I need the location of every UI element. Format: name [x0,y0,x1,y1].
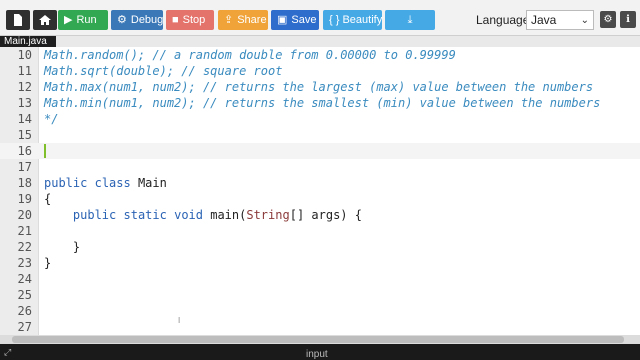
io-panel-bar: ⤢ input [0,344,640,360]
code-text: } [44,240,81,254]
home-icon[interactable] [33,10,57,30]
code-text: } [44,256,52,270]
line-number: 20 [17,208,32,222]
beautify-label: { } Beautify [329,14,383,26]
line-number: 23 [17,256,32,270]
tab-label: Main.java [4,36,47,47]
code-line: 18 public class Main [0,175,640,191]
line-number: 16 [17,144,32,158]
code-line: 23} [0,255,640,271]
code-line: 24 [0,271,640,287]
line-number: 11 [17,64,32,78]
file-tab-bar: Main.java [0,36,640,47]
line-number: 10 [17,48,32,62]
code-line: 17 [0,159,640,175]
download-icon: ⤓ [407,13,413,26]
play-icon: ▶ [64,13,73,26]
code-line: 15 [0,127,640,143]
code-text: */ [44,112,59,126]
line-number: 18 [17,176,32,190]
code-line: 22 } [0,239,640,255]
stop-button[interactable]: ■ Stop [166,10,214,30]
code-editor[interactable]: 10 Math.random(); // a random double from… [0,47,640,335]
input-label: input [306,349,328,360]
text-cursor [44,144,46,158]
language-select[interactable]: Java ⌄ [526,10,594,30]
line-number: 17 [17,160,32,174]
language-label: Language [476,13,530,27]
code-line: 10 Math.random(); // a random double from… [0,47,640,63]
code-line: 12 Math.max(num1, num2); // returns the l… [0,79,640,95]
chevron-down-icon: ⌄ [580,15,589,26]
code-text: Math.random(); // a random double from 0… [44,48,456,62]
language-value: Java [531,13,557,27]
code-text: { [44,192,52,206]
save-button[interactable]: ▣ Save [271,10,319,30]
line-number: 19 [17,192,32,206]
line-number: 27 [17,320,32,334]
share-button[interactable]: ⇪ Share [218,10,268,30]
line-number: 26 [17,304,32,318]
share-label: Share [237,14,267,26]
code-text: public static void main(String[] args) { [72,208,362,222]
code-text: Math.min(num1, num2); // returns the sma… [44,96,601,110]
code-line: 13 Math.min(num1, num2); // returns the s… [0,95,640,111]
debug-button[interactable]: ⚙ Debug [111,10,163,30]
mouse-pointer-icon: I [178,316,181,325]
settings-icon[interactable]: ⚙ [600,11,616,28]
code-line: 14 */ [0,111,640,127]
line-number: 25 [17,288,32,302]
beautify-button[interactable]: { } Beautify [323,10,382,30]
save-label: Save [291,14,317,26]
code-line: 19 { [0,191,640,207]
line-number: 14 [17,112,32,126]
info-icon[interactable]: ℹ [620,11,636,28]
code-line: 11 Math.sqrt(double); // square root [0,63,640,79]
code-line: 25 [0,287,640,303]
new-file-icon[interactable] [6,10,30,30]
line-number: 15 [17,128,32,142]
line-number: 24 [17,272,32,286]
tab-main-java[interactable]: Main.java [0,36,56,47]
horizontal-scrollbar[interactable] [0,335,640,344]
run-label: Run [76,14,97,26]
share-icon: ⇪ [224,13,234,26]
stop-icon: ■ [172,13,179,26]
line-number: 12 [17,80,32,94]
code-line: 21 [0,223,640,239]
code-line: 20 public static void main(String[] args… [0,207,640,223]
debug-icon: ⚙ [117,13,127,26]
code-text: Math.max(num1, num2); // returns the lar… [44,80,594,94]
code-text: public class Main [44,176,167,190]
line-number: 22 [17,240,32,254]
stop-label: Stop [182,14,206,26]
debug-label: Debug [130,14,164,26]
save-icon: ▣ [277,13,288,26]
code-line: 16 [0,143,640,159]
download-button[interactable]: ⤓ [385,10,435,30]
line-number: 13 [17,96,32,110]
expand-icon[interactable]: ⤢ [4,347,11,358]
toolbar: ▶ Run ⚙ Debug ■ Stop ⇪ Share ▣ Save { } … [0,0,640,36]
code-text: Math.sqrt(double); // square root [44,64,283,78]
line-number: 21 [17,224,32,238]
code-line: 26 [0,303,640,319]
code-line: 27 [0,319,640,335]
run-button[interactable]: ▶ Run [58,10,108,30]
scrollbar-thumb[interactable] [12,336,624,343]
